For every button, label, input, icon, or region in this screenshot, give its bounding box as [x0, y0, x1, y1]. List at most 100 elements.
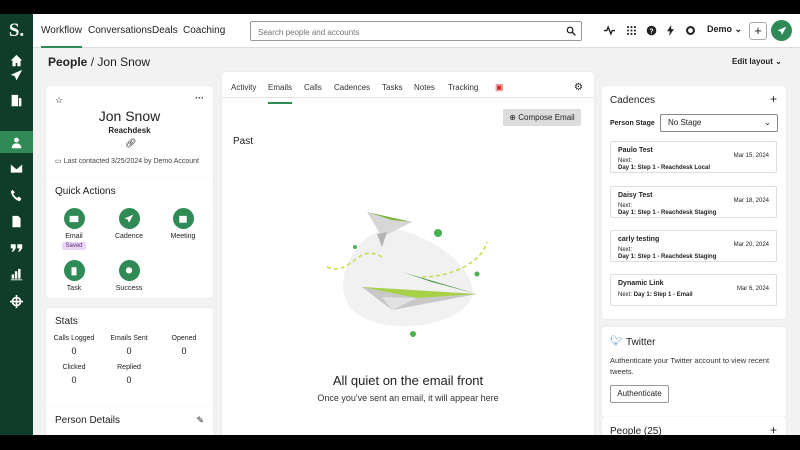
- people-card: People (25) +: [602, 417, 786, 435]
- document-icon[interactable]: [0, 210, 33, 232]
- cadence-step: Day 1: Step 1 - Email: [633, 292, 693, 298]
- rocket-icon: [118, 208, 140, 229]
- settings-gear-icon[interactable]: [685, 25, 696, 36]
- phone-icon[interactable]: [0, 184, 33, 206]
- tab-tracking[interactable]: Tracking: [448, 83, 478, 92]
- authenticate-button[interactable]: Authenticate: [610, 385, 669, 403]
- saved-badge: Saved: [62, 242, 86, 250]
- edit-layout-button[interactable]: Edit layout ⌄: [732, 57, 782, 66]
- cadence-date: Mar 18, 2024: [733, 198, 769, 204]
- svg-text:?: ?: [649, 28, 653, 35]
- chart-icon[interactable]: [0, 263, 33, 285]
- quick-action-task[interactable]: Task: [49, 260, 99, 292]
- person-stage-label: Person Stage: [610, 120, 655, 127]
- lightning-icon[interactable]: [665, 25, 676, 36]
- chevron-down-icon: ⌄: [734, 24, 743, 34]
- app-logo[interactable]: S.: [0, 20, 33, 42]
- stat-replied: Replied 0: [104, 364, 154, 385]
- profile-company[interactable]: Reachdesk: [46, 126, 213, 135]
- breadcrumb-separator: /: [90, 55, 95, 69]
- building-icon[interactable]: [0, 89, 33, 111]
- last-contacted: ▭ Last contacted 3/25/2024 by Demo Accou…: [55, 157, 199, 165]
- twitter-title: Twitter: [626, 337, 656, 348]
- profile-card: ☆ ··· Jon Snow Reachdesk 🔗︎ ▭ Last conta…: [46, 86, 213, 185]
- quick-action-meeting[interactable]: Meeting: [158, 208, 208, 240]
- person-icon[interactable]: [0, 131, 33, 153]
- search-input[interactable]: [251, 23, 551, 42]
- quick-action-email[interactable]: Email Saved: [49, 208, 99, 250]
- profile-name: Jon Snow: [98, 108, 161, 124]
- tab-activity[interactable]: Activity: [231, 83, 256, 92]
- link-icon[interactable]: 🔗︎: [125, 138, 136, 149]
- tab-emails[interactable]: Emails: [268, 83, 293, 104]
- twitter-bird-icon: 🐦︎: [610, 336, 623, 347]
- search-box: [250, 21, 582, 42]
- tab-cadences[interactable]: Cadences: [334, 83, 370, 92]
- stat-label: Replied: [117, 364, 141, 371]
- stat-calls-logged: Calls Logged 0: [49, 335, 99, 356]
- chevron-down-icon: ⌄: [764, 118, 771, 127]
- cadence-item[interactable]: Paulo Test Mar 15, 2024 Next: Day 1: Ste…: [610, 141, 777, 173]
- launch-button[interactable]: [771, 20, 792, 41]
- add-button[interactable]: +: [749, 22, 767, 40]
- last-contacted-text: Last contacted 3/25/2024 by Demo Account: [63, 158, 200, 165]
- crosshair-icon[interactable]: [0, 290, 33, 312]
- email-action-label: Email: [65, 233, 83, 240]
- stat-label: Opened: [171, 335, 197, 342]
- cadence-next-label: Next:: [618, 292, 633, 298]
- add-cadence-icon[interactable]: +: [770, 92, 777, 106]
- cadence-item[interactable]: Dynamic Link Mar 6, 2024 Next: Day 1: St…: [610, 274, 777, 306]
- person-stage-value: No Stage: [668, 118, 702, 127]
- top-bar: Workflow Conversations Deals Coaching ? …: [33, 14, 800, 48]
- activity-pulse-icon[interactable]: [604, 25, 615, 36]
- person-stage-select[interactable]: No Stage ⌄: [660, 114, 778, 132]
- nav-conversations[interactable]: Conversations: [88, 14, 152, 48]
- add-person-icon[interactable]: +: [770, 423, 777, 435]
- compose-email-label: Compose Email: [518, 113, 575, 122]
- rocket-icon[interactable]: [0, 64, 33, 86]
- cadence-date: Mar 20, 2024: [733, 242, 769, 248]
- mail-icon: [63, 208, 85, 229]
- cadence-item[interactable]: Daisy Test Mar 18, 2024 Next: Day 1: Ste…: [610, 186, 777, 218]
- tab-notes[interactable]: Notes: [414, 83, 435, 92]
- pencil-icon[interactable]: ✎: [196, 415, 204, 426]
- cadence-next: Next: Day 1: Step 1 - Email: [618, 292, 693, 298]
- plus-icon: +: [754, 23, 762, 38]
- search-icon[interactable]: [566, 26, 576, 36]
- cadence-name: Paulo Test: [618, 147, 653, 154]
- stat-value: 0: [126, 375, 132, 385]
- nav-workflow[interactable]: Workflow: [41, 14, 82, 48]
- account-menu[interactable]: Demo ⌄: [707, 24, 742, 35]
- quote-icon[interactable]: [0, 236, 33, 258]
- help-icon[interactable]: ?: [646, 25, 657, 36]
- more-options-icon[interactable]: ···: [195, 93, 204, 103]
- calendar-alert-icon[interactable]: ▣: [495, 82, 504, 93]
- empty-state-subtitle: Once you've sent an email, it will appea…: [317, 393, 499, 403]
- plus-circle-icon: ⊕: [509, 113, 516, 122]
- tab-calls[interactable]: Calls: [304, 83, 322, 92]
- dialpad-icon[interactable]: [626, 25, 637, 36]
- settings-gear-icon[interactable]: ⚙: [574, 82, 583, 93]
- chevron-down-icon: ⌄: [775, 57, 782, 66]
- quick-actions-card: Quick Actions Email Saved Cadence Meetin…: [46, 178, 213, 298]
- twitter-description: Authenticate your Twitter account to vie…: [610, 356, 770, 376]
- cadence-step: Day 1: Step 1 - Reachdesk Staging: [618, 254, 717, 260]
- cadence-date: Mar 15, 2024: [733, 153, 769, 159]
- award-icon: [118, 260, 140, 281]
- nav-coaching[interactable]: Coaching: [183, 14, 225, 48]
- compose-email-button[interactable]: ⊕ Compose Email: [503, 109, 581, 126]
- mail-icon[interactable]: [0, 157, 33, 179]
- quick-action-success[interactable]: Success: [104, 260, 154, 292]
- quick-action-cadence[interactable]: Cadence: [104, 208, 154, 240]
- stat-label: Emails Sent: [110, 335, 148, 342]
- tab-tasks[interactable]: Tasks: [382, 83, 402, 92]
- nav-deals[interactable]: Deals: [152, 14, 178, 48]
- meeting-action-label: Meeting: [170, 233, 196, 240]
- star-icon[interactable]: ☆: [55, 95, 63, 106]
- breadcrumb-people[interactable]: People: [48, 55, 87, 69]
- success-action-label: Success: [115, 285, 143, 292]
- stat-opened: Opened 0: [159, 335, 209, 356]
- cadence-item[interactable]: carly testing Mar 20, 2024 Next: Day 1: …: [610, 230, 777, 262]
- cadence-name: Dynamic Link: [618, 280, 664, 287]
- stat-emails-sent: Emails Sent 0: [104, 335, 154, 356]
